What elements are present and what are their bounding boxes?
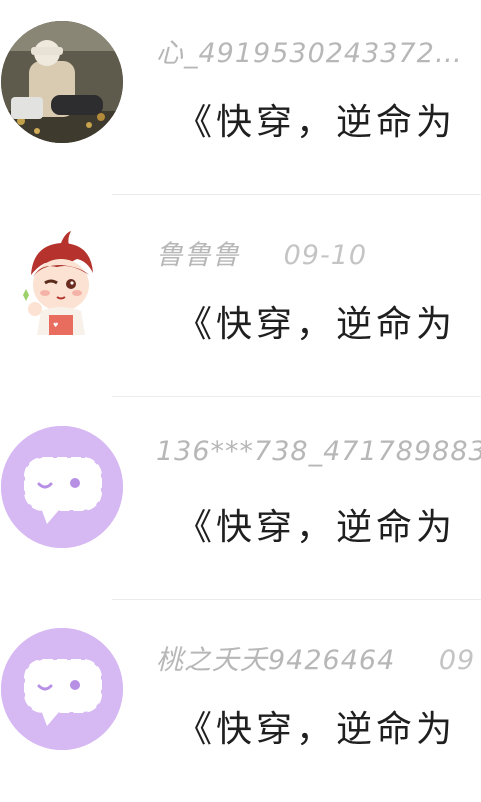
comment-username-line: 桃之夭夭9426464 09 [156,638,475,677]
comment-text[interactable]: 《快穿，逆命为 [176,700,456,752]
comment-username-line: 鲁鲁鲁 09-10 [156,233,367,272]
comment-item[interactable]: ♥ 鲁鲁鲁 09-10 《快穿，逆命为 [0,195,481,397]
comment-username[interactable]: 136***738_4717898838 [156,436,481,467]
divider [112,396,481,397]
comment-username[interactable]: 鲁鲁鲁 [156,240,240,271]
comment-username-line: 心_4919530243372… [156,31,481,70]
default-avatar-chat-bubble-icon [1,426,123,548]
comment-username[interactable]: 桃之夭夭9426464 [156,645,395,676]
comment-text[interactable]: 《快穿，逆命为 [176,295,456,347]
comment-item[interactable]: 心_4919530243372… 《快穿，逆命为 [0,0,481,195]
user-avatar[interactable] [1,426,123,548]
photo-avatar-image [1,21,123,143]
comment-item[interactable]: 桃之夭夭9426464 09 《快穿，逆命为 [0,600,481,802]
comment-text[interactable]: 《快穿，逆命为 [176,93,456,145]
default-avatar-chat-bubble-icon [1,628,123,750]
user-avatar[interactable] [1,21,123,143]
comment-date: 09 [438,645,476,676]
user-avatar[interactable]: ♥ [1,223,123,345]
svg-text:♥: ♥ [53,322,58,329]
comment-date: 09-10 [283,240,368,271]
comment-username-line: 136***738_4717898838 [156,436,481,467]
cartoon-avatar-image: ♥ [1,223,123,345]
comment-text[interactable]: 《快穿，逆命为 [176,498,456,550]
comment-username[interactable]: 心_4919530243372… [156,38,463,69]
user-avatar[interactable] [1,628,123,750]
comment-item[interactable]: 136***738_4717898838 《快穿，逆命为 [0,398,481,600]
